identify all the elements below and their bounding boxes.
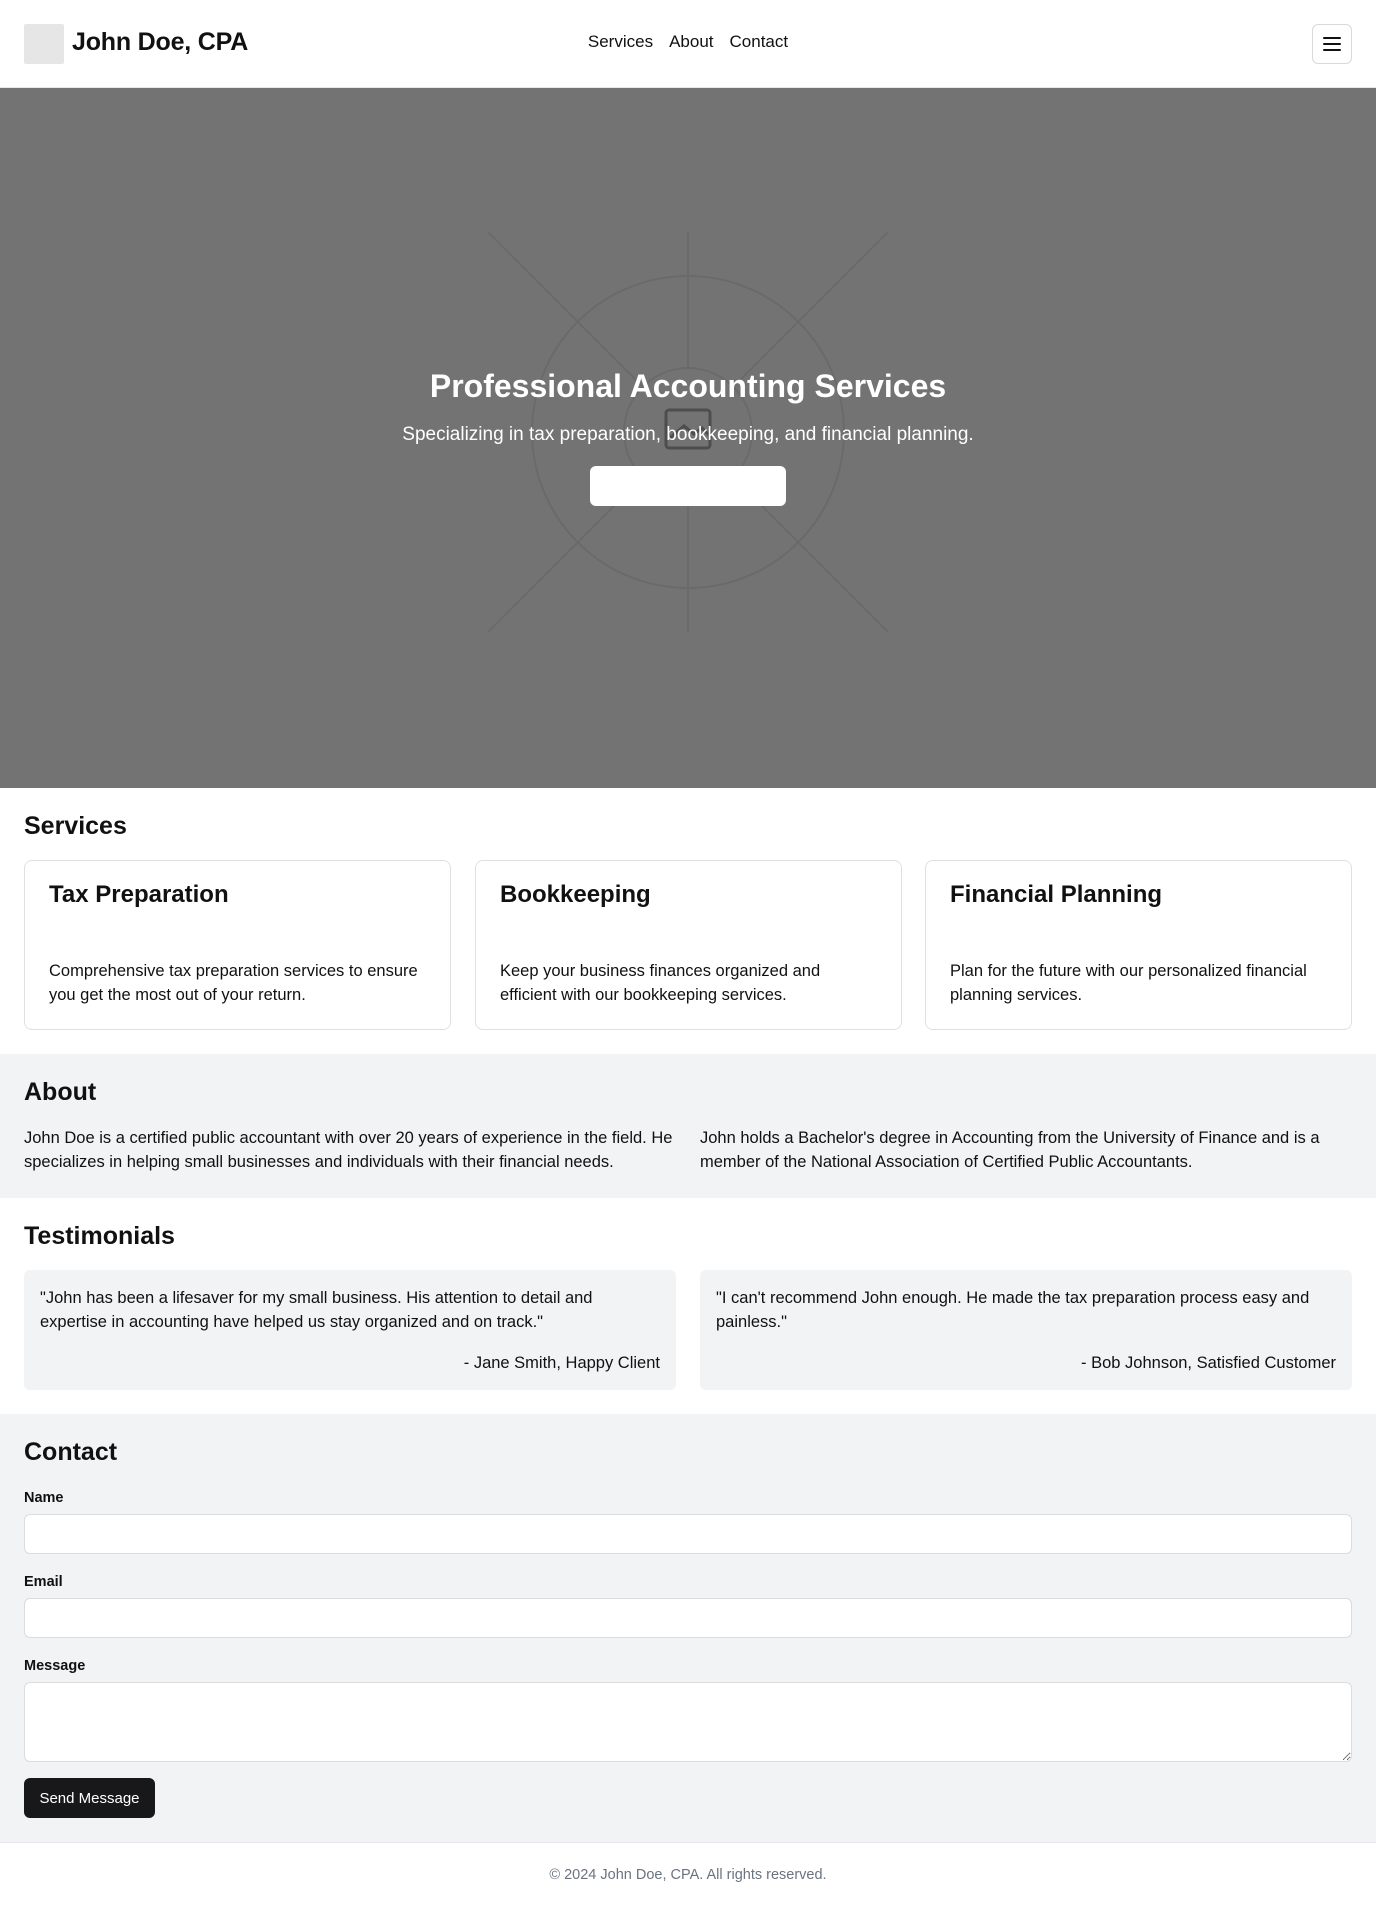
hero-section: Professional Accounting Services Special…: [0, 88, 1376, 788]
hero-subtitle: Specializing in tax preparation, bookkee…: [402, 424, 974, 445]
nav-link-about[interactable]: About: [669, 32, 713, 52]
service-card-tax: Tax Preparation Comprehensive tax prepar…: [24, 860, 451, 1030]
main-nav: Services About Contact: [0, 32, 1376, 52]
email-label: Email: [24, 1574, 63, 1590]
message-field[interactable]: [24, 1682, 1352, 1762]
service-card-title: Financial Planning: [950, 881, 1163, 908]
send-message-button[interactable]: Send Message: [24, 1778, 155, 1818]
site-footer: © 2024 John Doe, CPA. All rights reserve…: [0, 1842, 1376, 1910]
contact-section: Contact Name Email Message Send Message: [0, 1414, 1376, 1842]
message-label: Message: [24, 1658, 86, 1674]
name-field[interactable]: [24, 1514, 1352, 1554]
hamburger-menu-icon[interactable]: [1312, 24, 1352, 64]
menu-bar: [1323, 49, 1341, 51]
email-field[interactable]: [24, 1598, 1352, 1638]
nav-link-contact[interactable]: Contact: [730, 32, 789, 52]
testimonial-quote: "John has been a lifesaver for my small …: [40, 1289, 593, 1331]
service-card-bookkeeping: Bookkeeping Keep your business finances …: [475, 860, 902, 1030]
service-card-title: Tax Preparation: [49, 881, 229, 908]
menu-bar: [1323, 43, 1341, 45]
service-card-financial-planning: Financial Planning Plan for the future w…: [925, 860, 1352, 1030]
service-card-description: Keep your business finances organized an…: [500, 962, 821, 1004]
testimonial-quote: "I can't recommend John enough. He made …: [716, 1289, 1310, 1331]
about-title: About: [24, 1078, 97, 1106]
about-paragraph: John Doe is a certified public accountan…: [24, 1129, 673, 1171]
services-title: Services: [24, 812, 127, 840]
site-header: John Doe, CPA Services About Contact: [0, 0, 1376, 88]
service-card-description: Plan for the future with our personalize…: [950, 962, 1307, 1004]
about-paragraph: John holds a Bachelor's degree in Accoun…: [700, 1129, 1320, 1171]
services-section: Services Tax Preparation Comprehensive t…: [0, 788, 1376, 1054]
hero-cta-button[interactable]: [590, 466, 786, 506]
nav-link-services[interactable]: Services: [588, 32, 653, 52]
testimonial-author: - Bob Johnson, Satisfied Customer: [1081, 1354, 1336, 1372]
testimonials-section: Testimonials "John has been a lifesaver …: [0, 1198, 1376, 1414]
contact-title: Contact: [24, 1438, 118, 1466]
copyright-text: © 2024 John Doe, CPA. All rights reserve…: [549, 1867, 827, 1883]
testimonial-author: - Jane Smith, Happy Client: [463, 1354, 660, 1372]
testimonial-card: "I can't recommend John enough. He made …: [700, 1270, 1352, 1390]
hero-title: Professional Accounting Services: [429, 368, 947, 404]
name-label: Name: [24, 1490, 64, 1506]
service-card-title: Bookkeeping: [500, 881, 651, 908]
testimonials-title: Testimonials: [24, 1222, 175, 1250]
about-section: About John Doe is a certified public acc…: [0, 1054, 1376, 1198]
menu-bar: [1323, 37, 1341, 39]
testimonial-card: "John has been a lifesaver for my small …: [24, 1270, 676, 1390]
service-card-description: Comprehensive tax preparation services t…: [49, 962, 418, 1004]
